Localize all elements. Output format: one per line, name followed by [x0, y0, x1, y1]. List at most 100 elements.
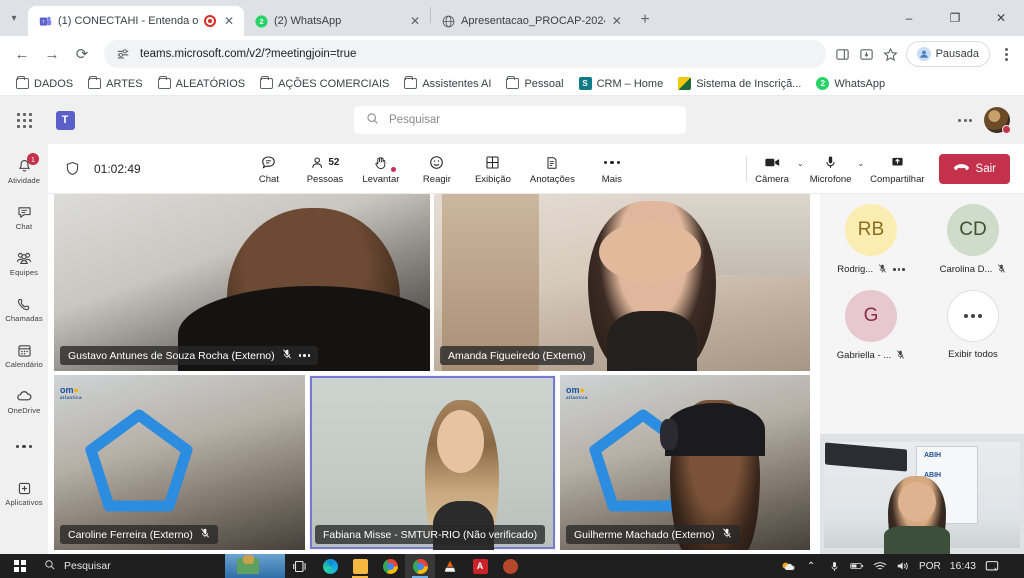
video-tile-caroline[interactable]: om● atlantica Caroline Ferreira (Externo…: [54, 375, 305, 550]
microphone-icon[interactable]: [827, 560, 841, 573]
video-tile-self[interactable]: ABIH ABIH ABIH: [820, 434, 1024, 554]
taskbar-search-input[interactable]: Pesquisar: [40, 554, 225, 578]
language-indicator[interactable]: POR: [919, 561, 941, 572]
wifi-icon[interactable]: [873, 561, 887, 572]
sidebar-item-onedrive[interactable]: OneDrive: [0, 378, 48, 424]
edge-icon[interactable]: [315, 554, 345, 578]
people-button[interactable]: 52 Pessoas: [306, 153, 344, 185]
react-button[interactable]: Reagir: [418, 153, 456, 185]
taskbar-widget-thumbnail[interactable]: [225, 554, 285, 578]
new-tab-button[interactable]: +: [631, 6, 659, 34]
windows-start-icon[interactable]: [0, 554, 40, 578]
split-screen-icon[interactable]: [834, 45, 852, 63]
site-settings-icon[interactable]: [114, 45, 132, 63]
camera-button[interactable]: Câmera: [753, 153, 791, 185]
address-bar[interactable]: teams.microsoft.com/v2/?meetingjoin=true: [104, 40, 826, 68]
bookmark-label: Sistema de Inscriçã...: [696, 77, 802, 90]
app-launcher-icon[interactable]: [0, 96, 48, 144]
roster-show-all[interactable]: Exibir todos: [922, 290, 1024, 362]
pentagon-overlay-icon: [85, 409, 193, 512]
bookmark-whatsapp[interactable]: 2 WhatsApp: [810, 75, 891, 92]
bookmark-dados[interactable]: DADOS: [10, 76, 79, 92]
roster-item-carolina[interactable]: CD Carolina D...: [922, 204, 1024, 276]
sidebar-item-label: Aplicativos: [5, 498, 43, 507]
bookmark-assistentes-ai[interactable]: Assistentes AI: [398, 76, 497, 92]
search-input[interactable]: Pesquisar: [354, 106, 686, 134]
video-tile-gustavo[interactable]: Gustavo Antunes de Souza Rocha (Externo): [54, 194, 430, 371]
sidebar-item-chamadas[interactable]: Chamadas: [0, 286, 48, 332]
close-window-button[interactable]: ✕: [978, 0, 1024, 36]
chat-button[interactable]: Chat: [250, 153, 288, 185]
sidebar-item-more[interactable]: [0, 424, 48, 470]
bookmark-aleatorios[interactable]: ALEATÓRIOS: [152, 76, 251, 92]
bookmark-label: Pessoal: [524, 77, 564, 90]
browser-tab-2[interactable]: 2 (2) WhatsApp ✕: [244, 6, 430, 36]
browser-tab-1[interactable]: T (1) CONECTAHI - Entenda o ✕: [28, 6, 244, 36]
bookmark-pessoal[interactable]: Pessoal: [500, 76, 569, 92]
video-tile-amanda[interactable]: Amanda Figueiredo (Externo): [434, 194, 810, 371]
video-tile-guilherme[interactable]: om● atlantica Guilherme Machado (Externo…: [560, 375, 810, 550]
bookmark-artes[interactable]: ARTES: [82, 76, 148, 92]
sidebar-item-calendario[interactable]: Calendário: [0, 332, 48, 378]
tile-more-icon[interactable]: [298, 354, 311, 357]
file-explorer-icon[interactable]: [345, 554, 375, 578]
roster-more-icon[interactable]: [893, 268, 905, 271]
chat-icon: [16, 203, 33, 221]
cloud-icon: [15, 387, 34, 405]
volume-icon[interactable]: [896, 560, 910, 572]
sidebar-item-atividade[interactable]: 1 Atividade: [0, 148, 48, 194]
browser-toolbar: ← → ⟳ teams.microsoft.com/v2/?meetingjoi…: [0, 36, 1024, 72]
microphone-button[interactable]: Microfone: [810, 153, 851, 185]
camera-chevron-down-icon[interactable]: ⌄: [795, 159, 806, 168]
profile-avatar-icon: [916, 47, 931, 61]
tab-search-button[interactable]: ▾: [0, 0, 28, 36]
minimize-button[interactable]: –: [886, 0, 932, 36]
close-tab-button[interactable]: ✕: [408, 14, 422, 28]
back-button[interactable]: ←: [8, 40, 36, 68]
bookmark-star-icon[interactable]: [882, 45, 900, 63]
adobe-reader-icon[interactable]: A: [465, 554, 495, 578]
close-tab-button[interactable]: ✕: [611, 14, 623, 28]
profile-button[interactable]: Pausada: [905, 41, 990, 67]
chrome-icon[interactable]: [375, 554, 405, 578]
url-text: teams.microsoft.com/v2/?meetingjoin=true: [140, 48, 357, 60]
sidebar-item-chat[interactable]: Chat: [0, 194, 48, 240]
battery-icon[interactable]: [850, 561, 864, 571]
chrome-icon-active[interactable]: [405, 554, 435, 578]
avatar[interactable]: [984, 107, 1011, 134]
more-options-icon[interactable]: [958, 118, 972, 122]
browser-menu-button[interactable]: [996, 47, 1016, 61]
taskbar-apps: A: [285, 554, 525, 578]
notification-icon[interactable]: [985, 560, 999, 572]
forward-button[interactable]: →: [38, 40, 66, 68]
sidebar-item-equipes[interactable]: Equipes: [0, 240, 48, 286]
whatsapp-icon: 2: [254, 14, 268, 28]
share-button[interactable]: Compartilhar: [870, 153, 925, 185]
sidebar-item-aplicativos[interactable]: Aplicativos: [0, 470, 48, 516]
close-tab-button[interactable]: ✕: [222, 14, 236, 28]
install-app-icon[interactable]: [858, 45, 876, 63]
app-icon[interactable]: [495, 554, 525, 578]
video-tile-fabiana[interactable]: Fabiana Misse - SMTUR-RIO (Não verificad…: [309, 375, 556, 550]
task-view-icon[interactable]: [285, 554, 315, 578]
chevron-up-icon[interactable]: ⌃: [804, 561, 818, 572]
show-desktop-button[interactable]: [1008, 554, 1018, 578]
notes-button[interactable]: Anotações: [530, 153, 575, 185]
bookmark-crm-home[interactable]: S CRM – Home: [573, 75, 670, 92]
raise-hand-button[interactable]: Levantar: [362, 153, 400, 185]
leave-call-button[interactable]: Sair: [938, 153, 1010, 184]
view-button[interactable]: Exibição: [474, 153, 512, 185]
roster-item-rodrigo[interactable]: RB Rodrig...: [820, 204, 922, 276]
browser-tab-3[interactable]: Apresentacao_PROCAP-2024_V ✕: [431, 6, 631, 36]
maximize-button[interactable]: ❐: [932, 0, 978, 36]
roster-item-gabriella[interactable]: G Gabriella - ...: [820, 290, 922, 362]
window-controls: – ❐ ✕: [886, 0, 1024, 36]
reload-button[interactable]: ⟳: [68, 40, 96, 68]
vlc-icon[interactable]: [435, 554, 465, 578]
taskbar-clock[interactable]: 16:43: [950, 560, 976, 572]
more-button[interactable]: Mais: [593, 153, 631, 185]
weather-icon[interactable]: [781, 560, 795, 573]
bookmark-acoes-comerciais[interactable]: AÇÕES COMERCIAIS: [254, 76, 395, 92]
microphone-chevron-down-icon[interactable]: ⌄: [855, 159, 866, 168]
bookmark-sistema-inscricao[interactable]: Sistema de Inscriçã...: [672, 75, 807, 92]
